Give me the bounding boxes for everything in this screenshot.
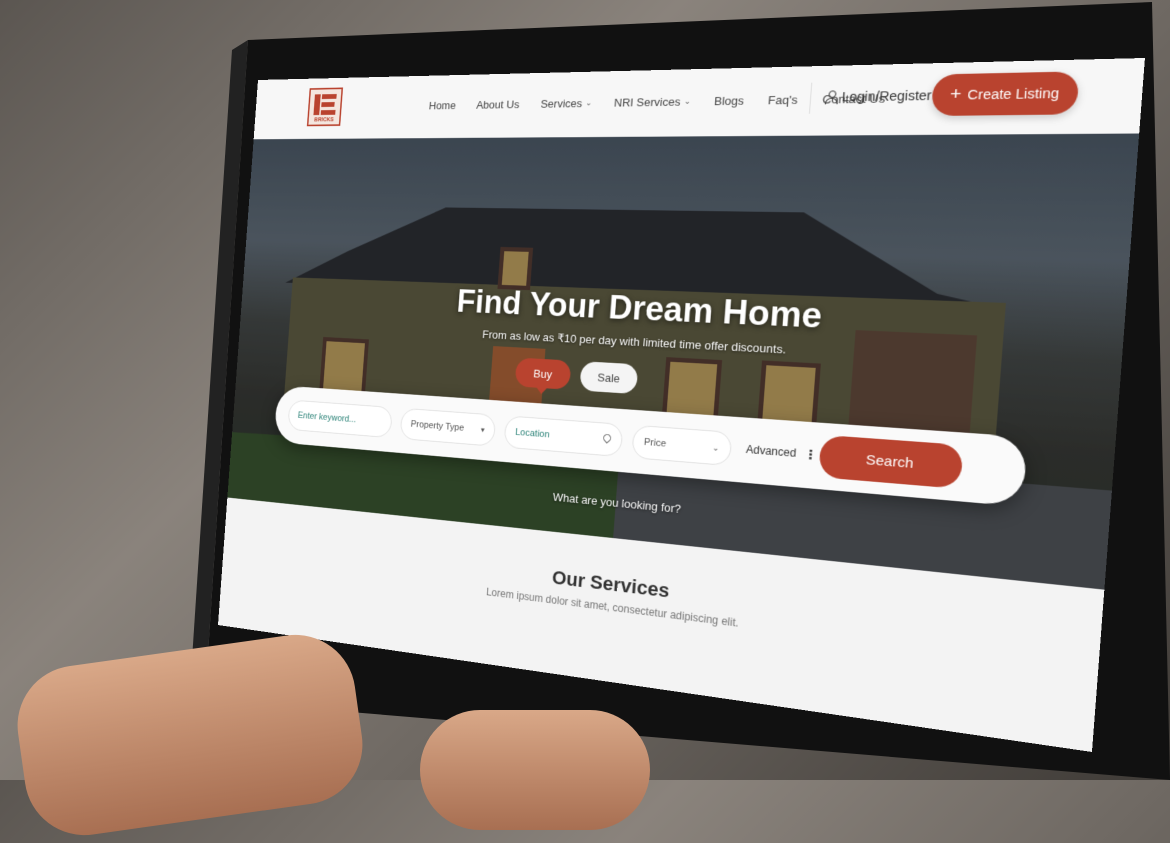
price-select[interactable]: Price ⌄ [631,425,732,466]
map-pin-icon [602,434,611,445]
nav-about-us[interactable]: About Us [476,98,520,111]
nav-home-label: Home [428,99,456,112]
login-register-label: Login/Register [841,88,932,104]
nav-faqs-label: Faq's [768,93,799,107]
more-vertical-icon: ⋮ [803,448,817,460]
property-type-label: Property Type [410,419,464,433]
tab-buy[interactable]: Buy [515,358,572,390]
nav-services[interactable]: Services ⌄ [540,97,592,111]
logo-text: BRICKS [311,117,336,123]
tab-buy-label: Buy [533,367,553,381]
nav-blogs[interactable]: Blogs [714,94,745,108]
create-listing-label: Create Listing [967,85,1060,102]
price-label: Price [644,437,667,449]
nav-home[interactable]: Home [428,99,456,112]
tab-sale-label: Sale [597,370,620,384]
caret-down-icon: ▾ [481,425,485,435]
hero-section: Find Your Dream Home From as low as ₹10 … [227,134,1139,590]
chevron-down-icon: ⌄ [712,443,720,453]
search-button-label: Search [865,452,914,472]
right-hand [420,710,650,830]
nav-about-us-label: About Us [476,98,520,111]
chevron-down-icon: ⌄ [684,97,691,107]
plus-icon: + [949,88,961,101]
create-listing-button[interactable]: + Create Listing [931,71,1080,116]
chevron-down-icon: ⌄ [585,98,592,108]
property-type-select[interactable]: Property Type ▾ [400,408,497,447]
keyword-input[interactable]: Enter keyword... [287,400,392,439]
location-input[interactable]: Location [504,415,624,457]
nav-services-label: Services [540,97,582,110]
tab-sale[interactable]: Sale [579,361,638,394]
nav-nri-services-label: NRI Services [614,95,681,109]
advanced-search-toggle[interactable]: Advanced ⋮ [746,443,818,461]
keyword-placeholder: Enter keyword... [297,411,356,425]
location-label: Location [515,427,550,440]
nav-faqs[interactable]: Faq's [768,93,799,107]
login-register-link[interactable]: Login/Register [825,88,932,105]
search-button[interactable]: Search [818,435,963,489]
site-logo[interactable]: BRICKS [307,87,343,126]
nav-nri-services[interactable]: NRI Services ⌄ [614,95,692,109]
main-menu: Home About Us Services ⌄ NRI Services ⌄ Bl… [428,91,885,111]
user-icon [825,90,838,103]
advanced-label: Advanced [746,443,797,460]
nav-blogs-label: Blogs [714,94,745,108]
